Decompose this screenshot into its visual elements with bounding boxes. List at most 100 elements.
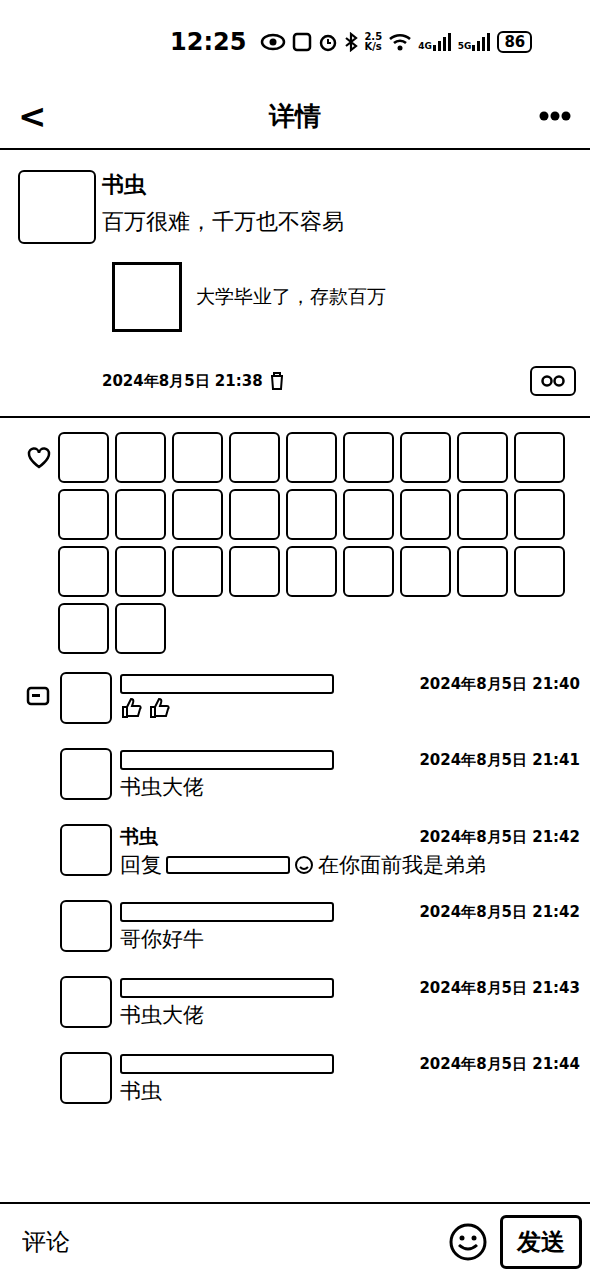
wifi-icon: [388, 33, 412, 51]
redacted-name: [120, 1054, 334, 1074]
liker-avatar[interactable]: [343, 546, 394, 597]
liker-avatar[interactable]: [229, 489, 280, 540]
liker-avatar[interactable]: [514, 432, 565, 483]
heart-icon: [26, 446, 52, 470]
comment-text: 书虫: [120, 1076, 580, 1106]
liker-avatar[interactable]: [172, 489, 223, 540]
liker-avatar[interactable]: [229, 432, 280, 483]
author-name[interactable]: 书虫: [102, 170, 576, 200]
liker-avatar[interactable]: [115, 546, 166, 597]
liker-avatar[interactable]: [172, 432, 223, 483]
comment-text: 哥你好牛: [120, 924, 580, 954]
comment[interactable]: 2024年8月5日 21:43 书虫大佬: [60, 972, 580, 1048]
comment-time: 2024年8月5日 21:43: [419, 979, 580, 998]
redacted-name: [120, 750, 334, 770]
commenter-avatar[interactable]: [60, 824, 112, 876]
comment-text: [120, 696, 580, 720]
liker-avatar[interactable]: [286, 546, 337, 597]
liker-avatar[interactable]: [115, 489, 166, 540]
commenter-avatar[interactable]: [60, 1052, 112, 1104]
comments-section: 2024年8月5日 21:40 2024年8月5日 21:41 书虫大佬 书虫 …: [0, 664, 590, 1124]
liker-avatar[interactable]: [343, 489, 394, 540]
comment-bar: 发送: [0, 1202, 590, 1280]
post: 书虫 百万很难，千万也不容易 大学毕业了，存款百万 2024年8月5日 21:3…: [0, 150, 590, 418]
link-thumbnail: [112, 262, 182, 332]
comment-text: 回复 在你面前我是弟弟: [120, 850, 580, 880]
comment[interactable]: 2024年8月5日 21:42 哥你好牛: [60, 896, 580, 972]
dots-icon: [540, 374, 566, 388]
eye-icon: [260, 33, 286, 51]
nav-header: < 详情: [0, 84, 590, 150]
emoji-icon[interactable]: [448, 1222, 488, 1262]
more-icon: [538, 109, 572, 123]
redacted-name: [120, 902, 334, 922]
post-text: 百万很难，千万也不容易: [102, 206, 576, 238]
comment[interactable]: 2024年8月5日 21:41 书虫大佬: [60, 744, 580, 820]
comment-time: 2024年8月5日 21:42: [419, 828, 580, 847]
comment-icon: [26, 686, 50, 706]
redacted-name: [120, 674, 334, 694]
like-comment-button[interactable]: [530, 366, 576, 396]
commenter-avatar[interactable]: [60, 976, 112, 1028]
comment[interactable]: 2024年8月5日 21:44 书虫: [60, 1048, 580, 1124]
liker-avatar[interactable]: [286, 432, 337, 483]
comment[interactable]: 书虫 2024年8月5日 21:42 回复 在你面前我是弟弟: [60, 820, 580, 896]
thumbs-up-icon: [120, 696, 144, 720]
liker-avatar[interactable]: [400, 546, 451, 597]
back-button[interactable]: <: [18, 96, 78, 136]
liker-avatar[interactable]: [457, 432, 508, 483]
comment-input[interactable]: [20, 1227, 436, 1257]
status-time: 12:25: [170, 28, 246, 56]
comment-time: 2024年8月5日 21:42: [419, 903, 580, 922]
battery-indicator: 86: [497, 31, 532, 53]
liker-avatar[interactable]: [58, 432, 109, 483]
bluetooth-icon: [344, 32, 358, 52]
alarm-icon: [318, 32, 338, 52]
liker-avatar[interactable]: [286, 489, 337, 540]
nfc-icon: [292, 32, 312, 52]
author-avatar[interactable]: [18, 170, 96, 244]
moments-detail-screen: 12:25 2.5K/s 4G 5G 86 < 详情 书虫 百万很难，千万也不容…: [0, 0, 590, 1280]
liker-avatar[interactable]: [343, 432, 394, 483]
post-time: 2024年8月5日 21:38: [102, 372, 263, 391]
comment-text: 书虫大佬: [120, 772, 580, 802]
liker-avatar[interactable]: [400, 489, 451, 540]
comment[interactable]: 2024年8月5日 21:40: [60, 668, 580, 744]
page-title: 详情: [78, 99, 512, 134]
signal-strength: 4G: [418, 33, 452, 51]
liker-avatar[interactable]: [115, 432, 166, 483]
comment-time: 2024年8月5日 21:41: [419, 751, 580, 770]
redacted-name: [166, 856, 290, 874]
liker-avatar[interactable]: [172, 546, 223, 597]
send-button[interactable]: 发送: [500, 1215, 582, 1269]
commenter-avatar[interactable]: [60, 900, 112, 952]
liker-avatar[interactable]: [229, 546, 280, 597]
signal-icon: [432, 33, 452, 51]
liker-avatar[interactable]: [514, 489, 565, 540]
liker-avatar[interactable]: [514, 546, 565, 597]
commenter-name[interactable]: 书虫: [120, 824, 158, 850]
comment-time: 2024年8月5日 21:40: [419, 675, 580, 694]
redacted-name: [120, 978, 334, 998]
link-card[interactable]: 大学毕业了，存款百万: [112, 262, 576, 332]
signal-icon: [471, 33, 491, 51]
likes-section: [0, 418, 590, 664]
more-button[interactable]: [512, 109, 572, 123]
signal-strength: 5G: [458, 33, 492, 51]
trash-icon[interactable]: [269, 371, 285, 391]
thumbs-up-icon: [148, 696, 172, 720]
liker-avatar[interactable]: [400, 432, 451, 483]
comment-time: 2024年8月5日 21:44: [419, 1055, 580, 1074]
liker-avatar[interactable]: [457, 489, 508, 540]
liker-avatar[interactable]: [58, 603, 109, 654]
liker-avatar[interactable]: [58, 489, 109, 540]
network-speed: 2.5K/s: [364, 32, 382, 52]
commenter-avatar[interactable]: [60, 748, 112, 800]
liker-avatar[interactable]: [457, 546, 508, 597]
commenter-avatar[interactable]: [60, 672, 112, 724]
emoji-icon: [294, 855, 314, 875]
liker-avatar[interactable]: [58, 546, 109, 597]
status-bar: 12:25 2.5K/s 4G 5G 86: [0, 0, 590, 84]
liker-avatar[interactable]: [115, 603, 166, 654]
comment-text: 书虫大佬: [120, 1000, 580, 1030]
